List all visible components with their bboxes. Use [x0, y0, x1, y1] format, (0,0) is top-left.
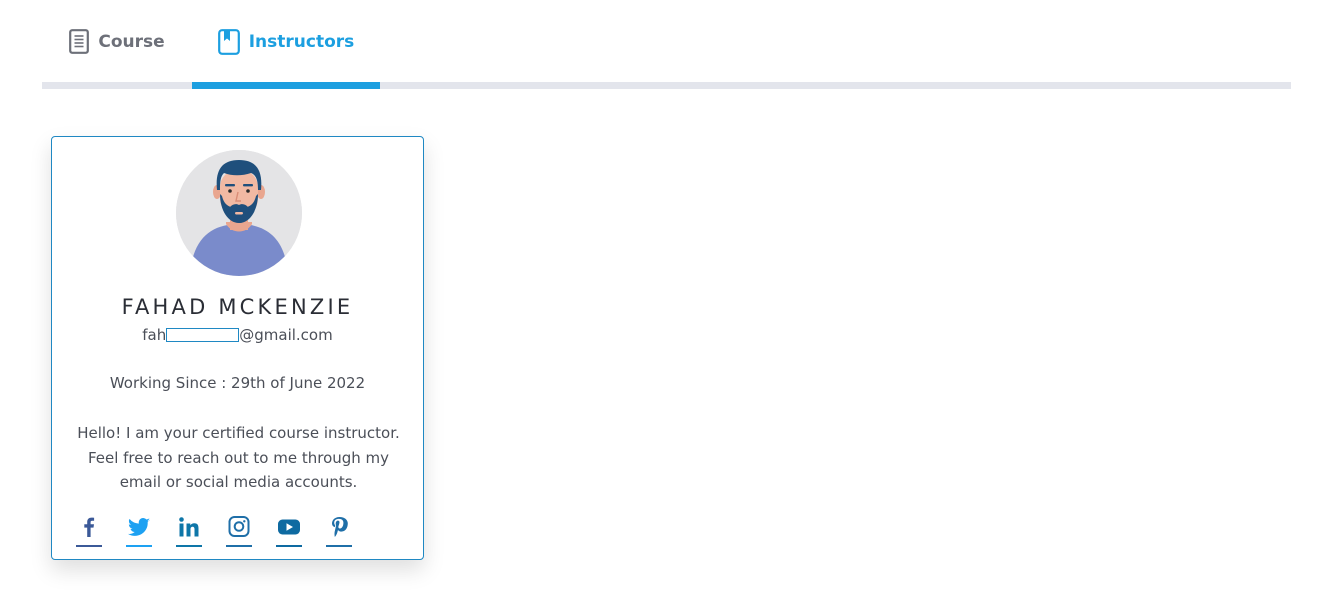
youtube-link[interactable]: [276, 515, 302, 547]
instagram-link[interactable]: [226, 515, 252, 547]
twitter-link[interactable]: [126, 515, 152, 547]
facebook-link[interactable]: [76, 515, 102, 547]
active-tab-indicator: [192, 82, 380, 89]
facebook-icon: [76, 515, 102, 547]
avatar-illustration: [176, 150, 302, 276]
tab-instructors-label: Instructors: [248, 31, 355, 52]
pinterest-link[interactable]: [326, 515, 352, 547]
instructor-bio: Hello! I am your certified course instru…: [77, 424, 400, 491]
twitter-icon: [126, 515, 152, 547]
pinterest-icon: [326, 515, 352, 547]
tabs-bar: Course Instructors: [42, 0, 1291, 89]
document-icon: [69, 29, 90, 54]
email-suffix: @gmail.com: [239, 326, 333, 344]
email-prefix: fah: [142, 326, 167, 344]
instructor-avatar: [176, 150, 302, 276]
youtube-icon: [276, 515, 302, 547]
instructor-name: FAHAD MCKENZIE: [121, 295, 354, 319]
instructor-card: FAHAD MCKENZIE fah @gmail.com Working Sin…: [51, 136, 424, 560]
tab-course-label: Course: [98, 31, 165, 52]
tab-course[interactable]: Course: [62, 0, 172, 89]
linkedin-icon: [176, 515, 202, 547]
bookmark-book-icon: [217, 28, 240, 55]
redacted-email-part: [166, 328, 240, 342]
instructor-email[interactable]: fah @gmail.com: [52, 326, 423, 344]
instagram-icon: [226, 515, 252, 547]
tab-instructors[interactable]: Instructors: [192, 0, 380, 89]
linkedin-link[interactable]: [176, 515, 202, 547]
social-links: [76, 515, 376, 549]
working-since: Working Since : 29th of June 2022: [109, 374, 366, 392]
